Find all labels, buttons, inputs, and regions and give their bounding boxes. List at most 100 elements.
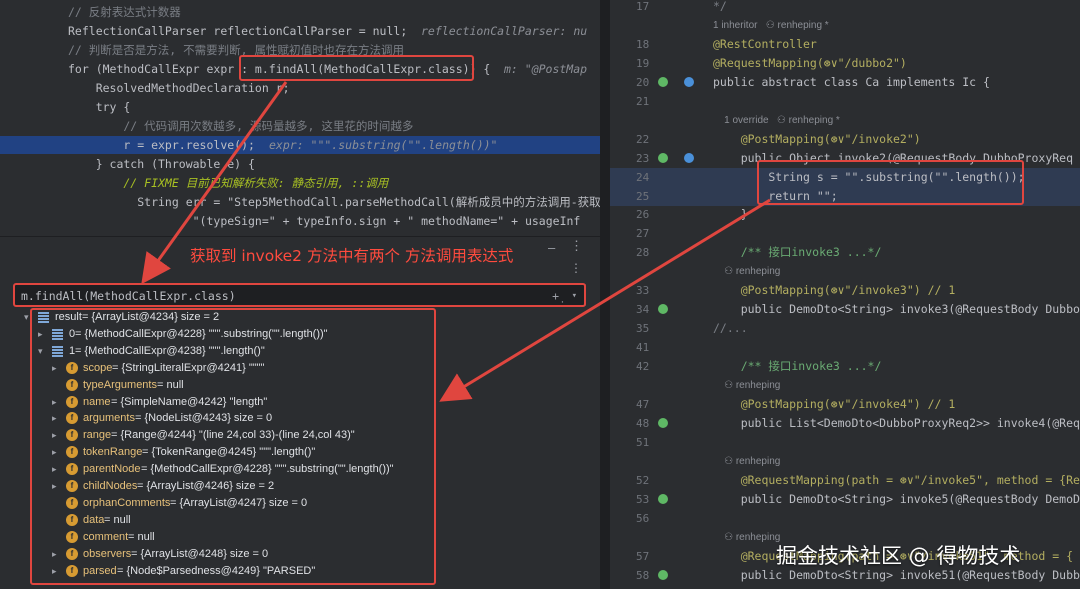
code-lens-line[interactable]: 1 inheritor ⚇ renheping *	[610, 16, 1080, 35]
code-line[interactable]: 56	[610, 509, 1080, 528]
code-text: // 反射表达式计数器	[68, 5, 181, 19]
line-number: 26	[636, 208, 650, 222]
code-text: /** 接口invoke3 ...*/	[713, 359, 882, 374]
implementation-icon[interactable]	[684, 152, 694, 163]
line-number: 41	[636, 341, 650, 355]
line-number: 27	[636, 227, 650, 241]
line-number: 35	[636, 322, 650, 336]
source-editor-right[interactable]: 17 */ 1 inheritor ⚇ renheping * 18 @RestCont…	[610, 0, 1080, 589]
code-text: public abstract class Ca implements Ic {	[713, 74, 990, 89]
line-number: 17	[636, 0, 650, 13]
inline-value-hint: m: "@PostMap	[504, 62, 588, 76]
layout-icon[interactable]: ⋮	[570, 261, 582, 275]
line-number: 22	[636, 132, 650, 146]
line-number: 42	[636, 360, 650, 374]
settings-icon[interactable]: ⋮	[570, 239, 583, 254]
code-line[interactable]: 34 public DemoDto<String> invoke3(@Reque…	[610, 300, 1080, 319]
line-number: 25	[636, 189, 650, 203]
code-text: // 代码调用次数越多, 源码量越多, 这里花的时间越多	[68, 119, 414, 133]
spring-bean-icon[interactable]	[658, 304, 668, 315]
code-text: ReflectionCallParser reflectionCallParse…	[68, 24, 408, 38]
code-line[interactable]: // 反射表达式计数器	[0, 3, 600, 21]
code-line[interactable]: 27	[610, 224, 1080, 243]
line-number: 47	[636, 397, 650, 411]
highlight-findall-box	[239, 55, 474, 81]
line-number: 28	[636, 246, 650, 260]
code-line[interactable]: ResolvedMethodDeclaration r;	[0, 79, 600, 97]
code-line[interactable]: 22 @PostMapping(⊛∨"/invoke2")	[610, 130, 1080, 149]
code-text: String err = "Step5MethodCall.parseMetho…	[68, 195, 600, 209]
code-text: } catch (Throwable e) {	[68, 157, 255, 171]
code-text: @PostMapping(⊛∨"/invoke2")	[713, 131, 921, 146]
line-number: 51	[636, 435, 650, 449]
code-line[interactable]: 20 public abstract class Ca implements Ic…	[610, 73, 1080, 92]
code-lens-text: ⚇ renheping	[713, 531, 781, 543]
code-line[interactable]: try {	[0, 98, 600, 116]
code-lens-text: 1 inheritor ⚇ renheping *	[713, 19, 829, 31]
code-line[interactable]: 17 */	[610, 0, 1080, 16]
highlight-expression-box	[13, 283, 586, 307]
code-line[interactable]: // FIXME 目前已知解析失败: 静态引用, ::调用	[0, 174, 600, 192]
code-text: public DemoDto<String> invoke3(@RequestB…	[713, 302, 1080, 317]
code-lens-text: ⚇ renheping	[713, 380, 781, 391]
callout-text: 获取到 invoke2 方法中有两个 方法调用表达式	[190, 247, 514, 265]
code-text: @PostMapping(⊛∨"/invoke4") // 1	[713, 396, 956, 411]
source-editor-left[interactable]: // 反射表达式计数器 ReflectionCallParser reflecti…	[0, 0, 600, 236]
code-text: */	[713, 0, 727, 13]
implementation-icon[interactable]	[684, 76, 694, 87]
line-number: 56	[636, 511, 650, 525]
code-line[interactable]: // 代码调用次数越多, 源码量越多, 这里花的时间越多	[0, 117, 600, 135]
line-number: 19	[636, 56, 650, 70]
line-number: 48	[636, 416, 650, 430]
code-text: public DemoDto<String> invoke5(@RequestB…	[713, 491, 1080, 506]
code-line[interactable]: 18 @RestController	[610, 35, 1080, 54]
code-line[interactable]: 41	[610, 338, 1080, 357]
line-number: 34	[636, 303, 650, 317]
line-number: 20	[636, 75, 650, 89]
code-text: try {	[68, 100, 131, 114]
code-line[interactable]: 47 @PostMapping(⊛∨"/invoke4") // 1	[610, 395, 1080, 414]
code-line[interactable]: 53 public DemoDto<String> invoke5(@Reque…	[610, 490, 1080, 509]
code-line[interactable]: 28 /** 接口invoke3 ...*/	[610, 243, 1080, 262]
code-text: // FIXME 目前已知解析失败: 静态引用, ::调用	[68, 176, 389, 190]
code-line[interactable]: 51	[610, 433, 1080, 452]
code-text: @RequestMapping(⊛∨"/dubbo2")	[713, 55, 907, 70]
code-lens-line[interactable]: 1 override ⚇ renheping *	[610, 111, 1080, 130]
code-lens-line[interactable]: ⚇ renheping	[610, 262, 1080, 281]
code-text: //...	[713, 321, 748, 336]
spring-bean-icon[interactable]	[658, 76, 668, 87]
highlight-result-box	[30, 308, 436, 585]
code-line[interactable]: } catch (Throwable e) {	[0, 155, 600, 173]
code-lens-line[interactable]: ⚇ renheping	[610, 376, 1080, 395]
code-line[interactable]: 26 }	[610, 205, 1080, 224]
code-line[interactable]: "(typeSign=" + typeInfo.sign + " methodN…	[0, 212, 600, 230]
code-line[interactable]: 33 @PostMapping(⊛∨"/invoke3") // 1	[610, 281, 1080, 300]
code-line[interactable]: r = expr.resolve(); expr: """.substring("…	[0, 136, 600, 154]
code-text: r = expr.resolve();	[68, 138, 255, 152]
code-line[interactable]: 48 public List<DemoDto<DubboProxyReq2>> …	[610, 414, 1080, 433]
line-number: 21	[636, 94, 650, 108]
code-text: /** 接口invoke3 ...*/	[713, 245, 882, 260]
line-number: 53	[636, 492, 650, 506]
line-number: 58	[636, 568, 650, 582]
code-line[interactable]: 52 @RequestMapping(path = ⊛∨"/invoke5", …	[610, 471, 1080, 490]
code-line[interactable]: 35 //...	[610, 319, 1080, 338]
code-lens-line[interactable]: ⚇ renheping	[610, 452, 1080, 471]
code-lens-text: ⚇ renheping	[713, 266, 781, 278]
code-text: }	[713, 207, 748, 222]
code-line[interactable]: 21	[610, 92, 1080, 111]
code-text: "(typeSign=" + typeInfo.sign + " methodN…	[68, 214, 581, 228]
minimize-icon[interactable]: —	[548, 241, 555, 255]
code-line[interactable]: String err = "Step5MethodCall.parseMetho…	[0, 193, 600, 211]
spring-bean-icon[interactable]	[658, 417, 668, 428]
spring-bean-icon[interactable]	[658, 152, 668, 163]
code-line[interactable]: ReflectionCallParser reflectionCallParse…	[0, 22, 600, 40]
code-line[interactable]: 42 /** 接口invoke3 ...*/	[610, 357, 1080, 376]
line-number: 52	[636, 473, 650, 487]
line-number: 23	[636, 151, 650, 165]
spring-bean-icon[interactable]	[658, 493, 668, 504]
code-lens-text: 1 override ⚇ renheping *	[713, 114, 840, 126]
spring-bean-icon[interactable]	[658, 569, 668, 580]
editor-splitter[interactable]	[600, 0, 610, 589]
code-line[interactable]: 19 @RequestMapping(⊛∨"/dubbo2")	[610, 54, 1080, 73]
